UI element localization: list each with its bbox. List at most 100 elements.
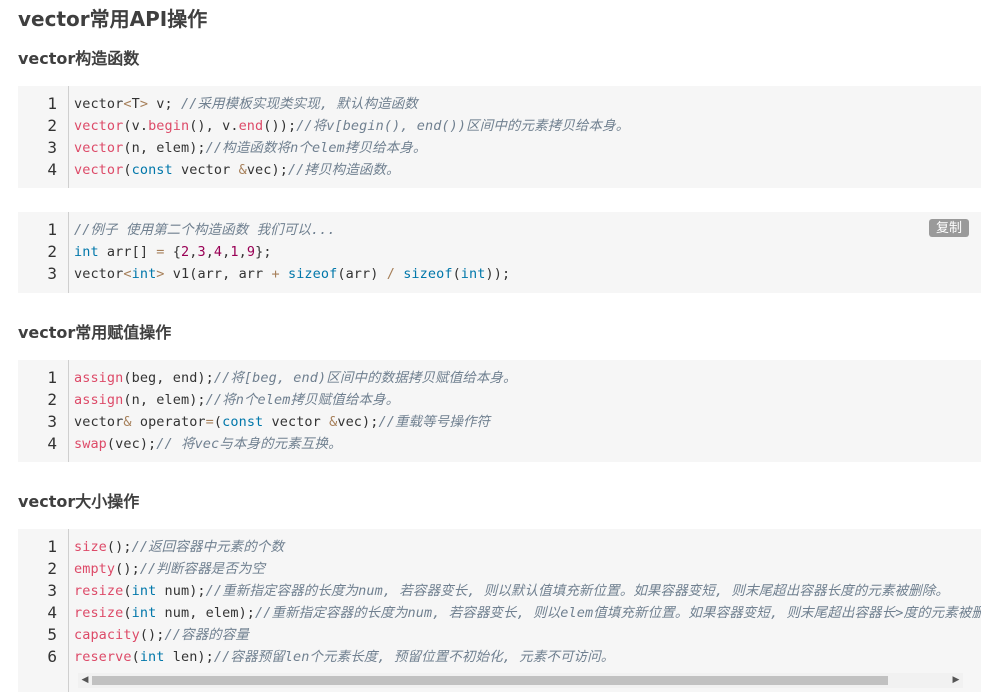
code-token: //重新指定容器的长度为num, 若容器变长, 则以elem值填充新位置。如果容… <box>255 605 981 621</box>
copy-button[interactable]: 复制 <box>928 219 969 237</box>
code-token: end <box>238 118 264 134</box>
line-number: 2 <box>47 116 57 135</box>
code-token: ( <box>123 583 132 599</box>
code-token: = <box>156 244 165 260</box>
code-token: 3 <box>197 244 206 260</box>
code-lines: 1 assign(beg, end);//将[beg, end)区间中的数据拷贝赋… <box>18 367 981 455</box>
code-token: capacity <box>74 627 140 643</box>
code-text: assign(beg, end);//将[beg, end)区间中的数据拷贝赋值… <box>74 367 517 389</box>
code-token: //判断容器是否为空 <box>139 561 266 577</box>
code-line: 4 resize(int num, elem);//重新指定容器的长度为num, … <box>18 602 981 624</box>
code-token: //采用模板实现类实现, 默认构造函数 <box>181 96 418 112</box>
code-token: int <box>139 649 165 665</box>
code-token: int <box>131 266 157 282</box>
line-number: 3 <box>47 264 57 283</box>
line-number: 2 <box>47 242 57 261</box>
code-line: 1 assign(beg, end);//将[beg, end)区间中的数据拷贝赋… <box>18 367 981 389</box>
line-number: 1 <box>47 220 57 239</box>
line-number: 2 <box>47 559 57 578</box>
page-title: vector常用API操作 <box>18 7 208 31</box>
line-number: 1 <box>47 537 57 556</box>
scrollbar-thumb[interactable] <box>92 676 888 685</box>
code-text: vector(v.begin(), v.end());//将v[begin(),… <box>74 115 629 137</box>
code-line: 1 size();//返回容器中元素的个数 <box>18 536 981 558</box>
code-text: assign(n, elem);//将n个elem拷贝赋值给本身。 <box>74 389 399 411</box>
code-token: (); <box>106 539 132 555</box>
scroll-right-arrow-icon[interactable]: ▶ <box>949 673 963 688</box>
horizontal-scrollbar[interactable]: ◀ ▶ <box>78 673 963 688</box>
code-token: vector <box>74 140 124 156</box>
code-token: reserve <box>74 649 132 665</box>
code-token: , <box>238 244 247 260</box>
section-heading-size: vector大小操作 <box>18 492 140 511</box>
code-token: size <box>74 539 107 555</box>
code-token: ()); <box>263 118 297 134</box>
code-token: vector <box>74 266 124 282</box>
section-heading-assign: vector常用赋值操作 <box>18 323 172 342</box>
code-text: reserve(int len);//容器预留len个元素长度, 预留位置不初始… <box>74 646 614 668</box>
code-token: //容器的容量 <box>164 627 249 643</box>
code-token: < <box>123 266 132 282</box>
code-token: > <box>139 96 149 112</box>
code-token: operator <box>131 414 206 430</box>
code-line: 3 vector<int> v1(arr, arr + sizeof (arr) /… <box>18 263 981 285</box>
code-token: 2 <box>180 244 190 260</box>
code-token: > <box>156 266 165 282</box>
code-token: resize <box>74 605 124 621</box>
code-token: //构造函数将n个elem拷贝给本身。 <box>205 140 427 156</box>
code-token: //将v[begin(), end())区间中的元素拷贝给本身。 <box>296 118 630 134</box>
code-text: int arr[] = {2,3,4,1,9}; <box>74 241 272 263</box>
code-lines: 1//例子 使用第二个构造函数 我们可以... 2 int arr[] = {2,3… <box>18 219 981 285</box>
code-token: < <box>123 96 132 112</box>
code-token: (), v. <box>189 118 239 134</box>
code-line: 3 vector& operator=(const vector &vec);//… <box>18 411 981 433</box>
code-token: v1(arr, arr <box>164 266 272 282</box>
code-token: (arr) <box>337 266 387 282</box>
code-token: //拷贝构造函数。 <box>287 162 400 178</box>
code-lines: 1 vector<T> v; //采用模板实现类实现, 默认构造函数 2 vector… <box>18 93 981 181</box>
code-line: 1 //例子 使用第二个构造函数 我们可以... <box>18 219 981 241</box>
code-token: len); <box>164 649 214 665</box>
code-token: 1 <box>230 244 239 260</box>
code-token: //容器预留len个元素长度, 预留位置不初始化, 元素不可访问。 <box>213 649 615 665</box>
line-number: 3 <box>47 412 57 431</box>
code-line: 4 swap(vec);// 将vec与本身的元素互换。 <box>18 433 981 455</box>
code-token: & <box>238 162 247 178</box>
code-text: resize(int num, elem);//重新指定容器的长度为num, 若… <box>74 602 981 624</box>
code-token: num); <box>156 583 206 599</box>
code-token: sizeof <box>403 266 453 282</box>
line-number: 3 <box>47 581 57 600</box>
code-token: //例子 使用第二个构造函数 我们可以... <box>74 222 336 238</box>
code-token: //返回容器中元素的个数 <box>131 539 285 555</box>
code-token: //将[beg, end)区间中的数据拷贝赋值给本身。 <box>213 370 517 386</box>
code-token: + <box>271 266 280 282</box>
code-block-assign: 1 assign(beg, end);//将[beg, end)区间中的数据拷贝赋… <box>18 360 981 462</box>
code-token: vec); <box>246 162 288 178</box>
code-text: empty();//判断容器是否为空 <box>74 558 265 580</box>
code-token: = <box>205 414 214 430</box>
code-token: (n, elem); <box>123 140 206 156</box>
code-token: assign <box>74 392 124 408</box>
code-token: //将n个elem拷贝赋值给本身。 <box>205 392 400 408</box>
code-line: 1 vector<T> v; //采用模板实现类实现, 默认构造函数 <box>18 93 981 115</box>
code-token: int <box>131 605 157 621</box>
code-token: )); <box>485 266 511 282</box>
code-token: // 将vec与本身的元素互换。 <box>156 436 342 452</box>
code-token: { <box>164 244 181 260</box>
code-block-constructors: 1 vector<T> v; //采用模板实现类实现, 默认构造函数 2 vector… <box>18 86 981 188</box>
scroll-left-arrow-icon[interactable]: ◀ <box>78 673 92 688</box>
code-token: (v. <box>123 118 149 134</box>
code-text: resize(int num);//重新指定容器的长度为num, 若容器变长, … <box>74 580 949 602</box>
code-token: }; <box>255 244 272 260</box>
code-token: vector <box>74 118 124 134</box>
code-token: (beg, end); <box>123 370 214 386</box>
code-text: //例子 使用第二个构造函数 我们可以... <box>74 219 336 241</box>
code-token: / <box>386 266 395 282</box>
code-token: vector <box>263 414 330 430</box>
code-line: 6 reserve(int len);//容器预留len个元素长度, 预留位置不初… <box>18 646 981 668</box>
code-line: 3 vector(n, elem);//构造函数将n个elem拷贝给本身。 <box>18 137 981 159</box>
code-token: (vec); <box>106 436 157 452</box>
code-token: const <box>131 162 173 178</box>
